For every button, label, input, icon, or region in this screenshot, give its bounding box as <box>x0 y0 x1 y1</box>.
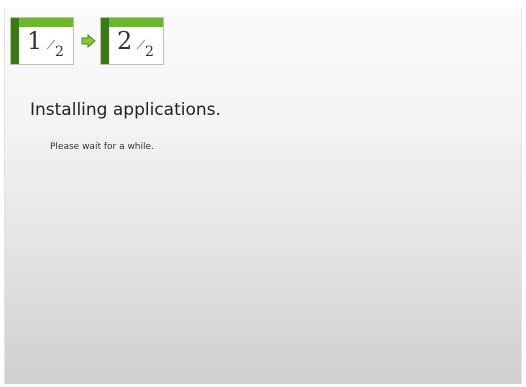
right-arrow-icon <box>81 33 96 49</box>
step-header-bar <box>11 18 73 27</box>
installer-screen: 1 2 2 2 Installing applications. Please … <box>4 8 522 384</box>
fraction-slash <box>46 39 56 50</box>
status-message: Please wait for a while. <box>50 142 154 152</box>
step-number: 2 <box>117 27 133 55</box>
step-total: 2 <box>55 44 64 60</box>
step-indicator-2: 2 2 <box>100 17 164 65</box>
fraction-slash <box>136 39 146 50</box>
step-total: 2 <box>145 44 154 60</box>
step-number: 1 <box>27 27 43 55</box>
step-side-bar <box>101 18 109 64</box>
step-indicator-1: 1 2 <box>10 17 74 65</box>
page-title: Installing applications. <box>30 100 221 120</box>
step-side-bar <box>11 18 19 64</box>
step-header-bar <box>101 18 163 27</box>
